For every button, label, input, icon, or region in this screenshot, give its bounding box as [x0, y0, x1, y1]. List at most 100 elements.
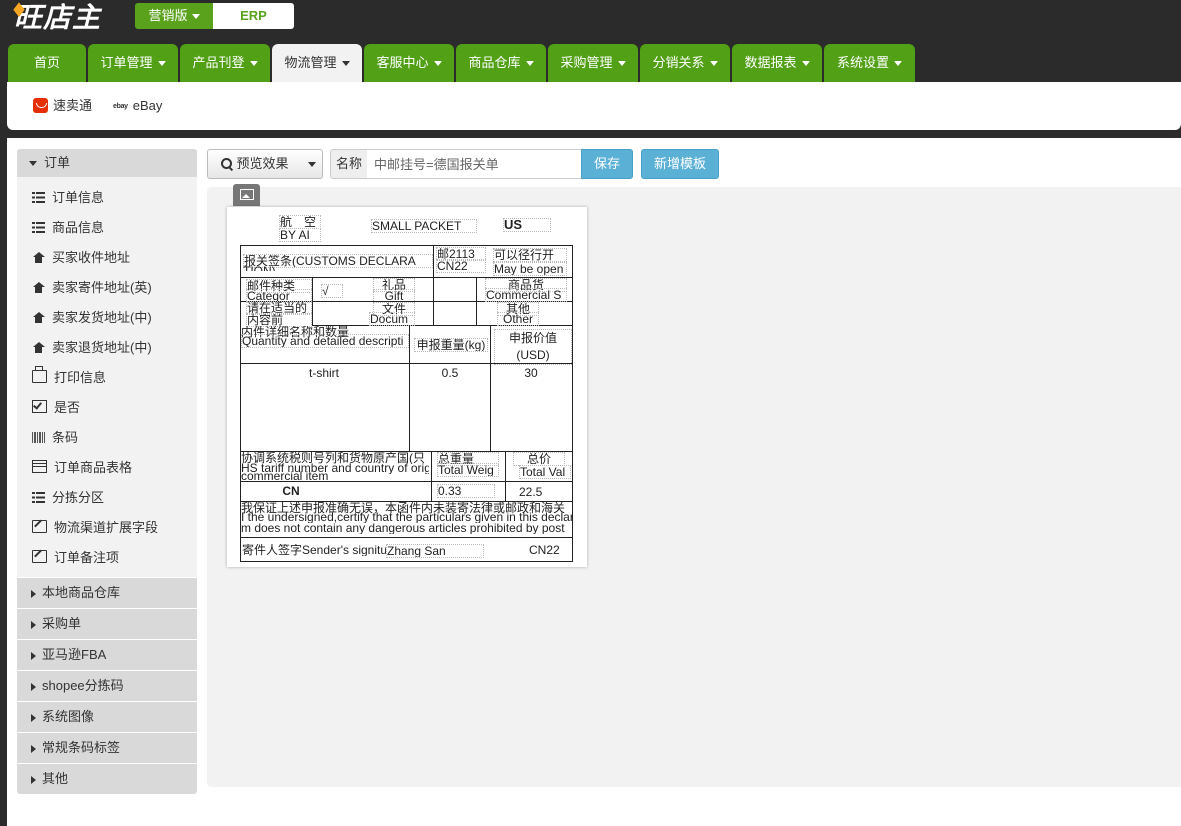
sidebar-group-purchase-order[interactable]: 采购单 [17, 609, 197, 639]
field-country-code[interactable]: US [503, 218, 551, 232]
tab-customer-service[interactable]: 客服中心 [364, 44, 454, 82]
sidebar-group-amazon-fba[interactable]: 亚马逊FBA [17, 640, 197, 670]
field-declaration-en2[interactable]: m does not contain any dangerous article… [241, 522, 572, 534]
sidebar-section-order[interactable]: 订单 [17, 149, 197, 177]
sidebar-item-yes-no[interactable]: 是否 [17, 393, 197, 423]
field-small-packet[interactable]: SMALL PACKET [371, 219, 477, 233]
sidebar-group-other[interactable]: 其他 [17, 764, 197, 794]
platform-ebay[interactable]: ebay eBay [113, 97, 162, 115]
sidebar-item-logistics-extension[interactable]: 物流渠道扩展字段 [17, 513, 197, 543]
sidebar-item-label: 分拣分区 [52, 490, 105, 505]
field-total-weight[interactable]: 0.33 [437, 484, 495, 498]
list-icon [32, 492, 45, 503]
field-total-value[interactable]: 22.5 [519, 486, 569, 498]
design-canvas[interactable]: 航 空 BY AI SMALL PACKET US 报关签条(CUSTOMS D [207, 184, 1181, 787]
edition-dropdown[interactable]: 营销版 [135, 3, 213, 29]
field-postal-cn[interactable]: CN22 [436, 259, 486, 273]
field-commercial-en[interactable]: Commercial S [485, 288, 567, 302]
label-template-paper[interactable]: 航 空 BY AI SMALL PACKET US 报关签条(CUSTOMS D [227, 207, 587, 567]
field-origin[interactable]: CN [241, 485, 341, 497]
sidebar-group-shopee-sort-code[interactable]: shopee分拣码 [17, 671, 197, 701]
sidebar-item-seller-shipping-address-cn[interactable]: 卖家发货地址(中) [17, 303, 197, 333]
tab-purchasing[interactable]: 采购管理 [548, 44, 638, 82]
sidebar-item-product-info[interactable]: 商品信息 [17, 213, 197, 243]
field-airmail-cn[interactable]: 航 空 [279, 215, 321, 229]
field-item-value[interactable]: 30 [494, 367, 568, 379]
field-footer-code[interactable]: CN22 [529, 544, 569, 556]
divider [431, 451, 432, 501]
tab-label: 采购管理 [560, 55, 613, 70]
field-item-name[interactable]: t-shirt [241, 367, 407, 379]
tab-product-listing[interactable]: 产品刊登 [180, 44, 270, 82]
preview-dropdown-toggle[interactable] [302, 149, 323, 179]
tab-distribution[interactable]: 分销关系 [640, 44, 730, 82]
caret-right-icon [31, 744, 36, 753]
tab-order-management[interactable]: 订单管理 [88, 44, 178, 82]
home-icon [32, 282, 45, 293]
field-total-value-en[interactable]: Total Val [519, 465, 571, 479]
sidebar-group-local-warehouse[interactable]: 本地商品仓库 [17, 578, 197, 608]
tab-label: 物流管理 [284, 55, 337, 70]
divider [312, 277, 313, 325]
sidebar-item-order-notes[interactable]: 订单备注项 [17, 543, 197, 573]
divider [409, 325, 410, 451]
preview-button[interactable]: 预览效果 [207, 149, 303, 179]
sidebar-item-label: 卖家发货地址(中) [52, 310, 152, 325]
chevron-down-icon [433, 61, 442, 67]
field-signature-name[interactable]: Zhang San [386, 544, 484, 558]
tab-home[interactable]: 首页 [8, 44, 86, 82]
field-item-weight[interactable]: 0.5 [414, 367, 486, 379]
field-may-open-cn[interactable]: 可以径行开 [493, 248, 567, 262]
tab-label: 数据报表 [744, 55, 797, 70]
sidebar-group-barcode-labels[interactable]: 常规条码标签 [17, 733, 197, 763]
save-button[interactable]: 保存 [581, 149, 633, 179]
group-label: shopee分拣码 [42, 678, 124, 693]
field-category-hint2[interactable]: 内容前 [246, 313, 312, 327]
sidebar-item-sorting-zone[interactable]: 分拣分区 [17, 483, 197, 513]
group-label: 本地商品仓库 [42, 585, 121, 600]
search-icon [221, 158, 233, 169]
field-airmail-en[interactable]: BY AI [279, 228, 321, 242]
tab-settings[interactable]: 系统设置 [824, 44, 915, 82]
group-label: 系统图像 [42, 709, 95, 724]
field-total-weight-en[interactable]: Total Weig [437, 463, 499, 477]
field-tariff-en2[interactable]: commercial item [241, 470, 429, 482]
platform-aliexpress[interactable]: 速卖通 [33, 97, 92, 115]
image-icon[interactable] [233, 184, 260, 206]
field-weight-header[interactable]: 申报重量(kg) [414, 338, 488, 352]
sidebar-item-seller-return-address-cn[interactable]: 卖家退货地址(中) [17, 333, 197, 363]
field-customs-title-wrap[interactable]: TION) [243, 265, 303, 271]
field-check-mark[interactable]: √ [321, 284, 343, 298]
template-name-input[interactable] [367, 149, 588, 179]
sidebar-item-barcode[interactable]: 条码 [17, 423, 197, 453]
divider [433, 277, 434, 325]
field-contents-en[interactable]: Quantity and detailed descripti [241, 334, 409, 348]
sidebar-group-system-images[interactable]: 系统图像 [17, 702, 197, 732]
erp-button[interactable]: ERP [213, 3, 294, 29]
field-other-en[interactable]: Other [497, 312, 539, 326]
app-logo[interactable]: ♦ 旺店主 [10, 0, 101, 36]
main-nav: 首页 订单管理 产品刊登 物流管理 客服中心 商品仓库 采购管理 分销关系 数据… [0, 44, 1181, 82]
tab-logistics-management[interactable]: 物流管理 [272, 44, 362, 82]
field-gift-en[interactable]: Gift [373, 289, 415, 303]
field-signature-label[interactable]: 寄件人签字Sender's signitu [242, 544, 386, 556]
sidebar-item-print-info[interactable]: 打印信息 [17, 363, 197, 393]
tab-warehouse[interactable]: 商品仓库 [456, 44, 546, 82]
sidebar-item-seller-sender-address-en[interactable]: 卖家寄件地址(英) [17, 273, 197, 303]
caret-right-icon [31, 589, 36, 598]
field-document-en[interactable]: Docum [369, 312, 415, 326]
tab-reports[interactable]: 数据报表 [732, 44, 822, 82]
sidebar-item-order-info[interactable]: 订单信息 [17, 183, 197, 213]
home-icon [32, 312, 45, 323]
checkbox-icon [32, 400, 47, 413]
sidebar-item-order-product-table[interactable]: 订单商品表格 [17, 453, 197, 483]
field-value-header[interactable]: 申报价值(USD) [494, 329, 572, 365]
sidebar-item-buyer-address[interactable]: 买家收件地址 [17, 243, 197, 273]
flame-icon: ♦ [10, 0, 29, 22]
group-label: 采购单 [42, 616, 82, 631]
field-total-value-cn[interactable]: 总价 [513, 452, 565, 466]
platform-label: eBay [132, 98, 163, 113]
field-may-open-en[interactable]: May be open [493, 262, 567, 276]
chevron-down-icon [894, 61, 902, 67]
add-template-button[interactable]: 新增模板 [641, 149, 719, 179]
